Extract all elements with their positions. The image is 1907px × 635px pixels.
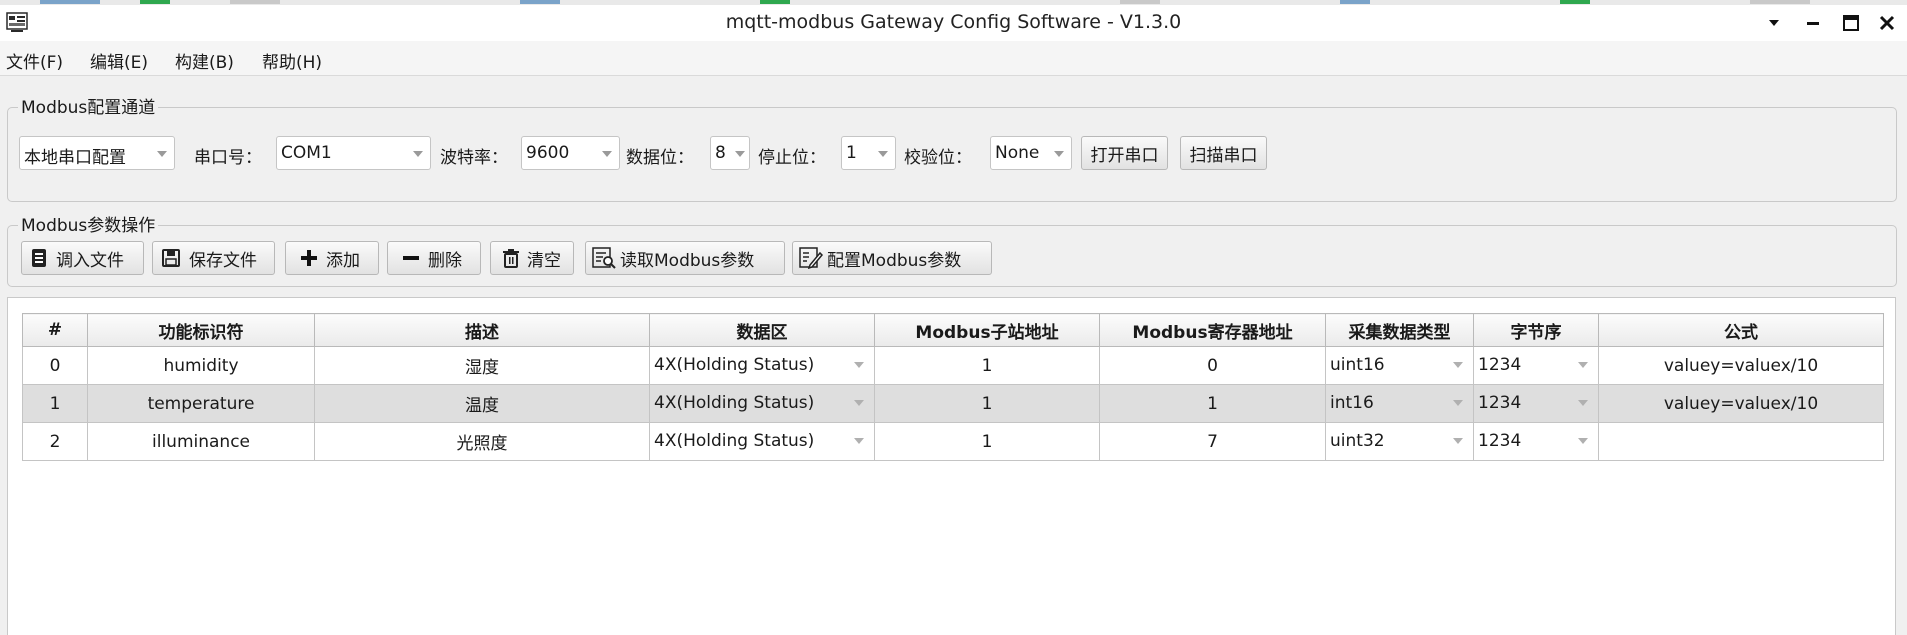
open-port-button[interactable]: 打开串口 [1081,136,1168,170]
chevron-down-icon [1453,362,1463,368]
cell-dtype-select[interactable]: uint16 [1325,346,1474,385]
col-dtype[interactable]: 采集数据类型 [1325,313,1474,347]
cell-desc[interactable]: 温度 [314,384,650,423]
stopbits-label: 停止位： [758,148,826,168]
menu-bar: 文件(F) 编辑(E) 构建(B) 帮助(H) [0,41,1907,76]
parity-label: 校验位： [904,148,972,168]
stopbits-select[interactable]: 1 [841,136,896,170]
menu-edit[interactable]: 编辑(E) [90,48,148,73]
channel-group-title: Modbus配置通道 [18,93,159,118]
chevron-down-icon [602,151,612,157]
databits-label: 数据位： [626,148,694,168]
window-title: mqtt-modbus Gateway Config Software - V1… [725,11,1182,33]
cell-area-select[interactable]: 4X(Holding Status) [649,422,875,461]
cell-reg[interactable]: 7 [1099,422,1326,461]
maximize-icon[interactable] [1834,9,1868,37]
cell-order-select[interactable]: 1234 [1473,384,1599,423]
col-id[interactable]: 功能标识符 [87,313,315,347]
close-icon[interactable] [1870,9,1904,37]
table-header: # 功能标识符 描述 数据区 Modbus子站地址 Modbus寄存器地址 采集… [22,313,1884,347]
cell-desc[interactable]: 湿度 [314,346,650,385]
port-select[interactable]: COM1 [276,136,431,170]
chevron-down-icon [878,151,888,157]
cell-desc[interactable]: 光照度 [314,422,650,461]
cell-slave[interactable]: 1 [874,422,1100,461]
load-file-button[interactable]: 调入文件 [21,241,144,275]
save-file-button[interactable]: 保存文件 [152,241,275,275]
trash-icon [501,248,521,268]
chevron-down-icon [1453,400,1463,406]
param-group-title: Modbus参数操作 [18,211,159,236]
chevron-down-icon [413,151,423,157]
clear-button[interactable]: 清空 [490,241,574,275]
config-modbus-button[interactable]: 配置Modbus参数 [792,241,992,275]
chevron-down-icon [1578,400,1588,406]
table-row-selected[interactable]: 1 temperature 温度 4X(Holding Status) 1 1 … [22,384,1884,423]
col-desc[interactable]: 描述 [314,313,650,347]
chevron-down-icon [1578,438,1588,444]
cell-area-select[interactable]: 4X(Holding Status) [649,346,875,385]
cell-area-select[interactable]: 4X(Holding Status) [649,384,875,423]
delete-button[interactable]: 删除 [387,241,481,275]
mode-select[interactable]: 本地串口配置 [19,136,175,170]
baud-select[interactable]: 9600 [521,136,620,170]
cell-index[interactable]: 1 [22,384,88,423]
chevron-down-icon [157,151,167,157]
scan-port-button[interactable]: 扫描串口 [1180,136,1267,170]
document-icon [30,248,48,268]
title-bar: mqtt-modbus Gateway Config Software - V1… [0,5,1907,41]
cell-reg[interactable]: 0 [1099,346,1326,385]
cell-order-select[interactable]: 1234 [1473,422,1599,461]
cell-id[interactable]: temperature [87,384,315,423]
chevron-down-icon [1578,362,1588,368]
cell-id[interactable]: illuminance [87,422,315,461]
cell-slave[interactable]: 1 [874,384,1100,423]
cell-formula[interactable]: valuey=valuex/10 [1598,384,1884,423]
col-index[interactable]: # [22,313,88,347]
minimize-icon[interactable] [1796,9,1830,37]
cell-id[interactable]: humidity [87,346,315,385]
chevron-down-icon [735,151,745,157]
read-icon [592,247,616,269]
cell-slave[interactable]: 1 [874,346,1100,385]
read-modbus-button[interactable]: 读取Modbus参数 [585,241,785,275]
chevron-down-icon [854,438,864,444]
cell-index[interactable]: 0 [22,346,88,385]
databits-select[interactable]: 8 [710,136,750,170]
chevron-down-icon [854,400,864,406]
cell-index[interactable]: 2 [22,422,88,461]
cell-order-select[interactable]: 1234 [1473,346,1599,385]
col-order[interactable]: 字节序 [1473,313,1599,347]
cell-formula[interactable] [1598,422,1884,461]
menu-help[interactable]: 帮助(H) [262,48,322,73]
col-area[interactable]: 数据区 [649,313,875,347]
col-reg[interactable]: Modbus寄存器地址 [1099,313,1326,347]
config-icon [799,247,823,269]
param-table: # 功能标识符 描述 数据区 Modbus子站地址 Modbus寄存器地址 采集… [22,313,1884,461]
chevron-down-icon [1054,151,1064,157]
parity-select[interactable]: None [990,136,1072,170]
save-icon [161,248,181,268]
col-slave[interactable]: Modbus子站地址 [874,313,1100,347]
baud-label: 波特率： [440,148,508,168]
chevron-down-icon [854,362,864,368]
menu-file[interactable]: 文件(F) [6,48,63,73]
cell-dtype-select[interactable]: uint32 [1325,422,1474,461]
col-formula[interactable]: 公式 [1598,313,1884,347]
table-row[interactable]: 0 humidity 湿度 4X(Holding Status) 1 0 uin… [22,346,1884,385]
table-row[interactable]: 2 illuminance 光照度 4X(Holding Status) 1 7… [22,422,1884,461]
menu-build[interactable]: 构建(B) [175,48,234,73]
add-button[interactable]: 添加 [285,241,379,275]
chevron-down-icon [1453,438,1463,444]
plus-icon [300,249,318,267]
minus-icon [402,249,420,267]
cell-formula[interactable]: valuey=valuex/10 [1598,346,1884,385]
cell-dtype-select[interactable]: int16 [1325,384,1474,423]
port-label: 串口号： [194,148,262,168]
menu-dropdown-icon[interactable] [1757,9,1791,37]
cell-reg[interactable]: 1 [1099,384,1326,423]
